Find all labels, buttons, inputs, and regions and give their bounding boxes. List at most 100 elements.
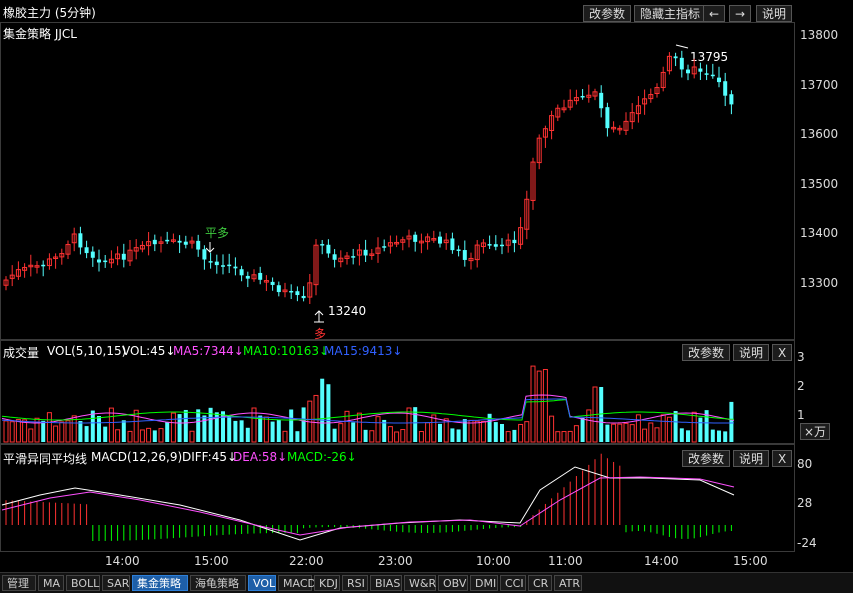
candle — [121, 253, 126, 260]
volume-bar — [387, 426, 393, 443]
volume-bar — [549, 415, 555, 443]
volume-bar — [202, 415, 207, 442]
volume-bar — [512, 429, 517, 442]
volume-bar — [717, 430, 721, 442]
volume-bar — [127, 430, 133, 443]
volume-bar — [320, 378, 325, 442]
candle — [710, 74, 715, 77]
tab-cci[interactable]: CCI — [500, 575, 526, 591]
candle — [698, 68, 703, 72]
volume-bar — [505, 431, 511, 443]
candle — [245, 275, 250, 279]
volume-bar — [59, 421, 65, 443]
kline-chart[interactable] — [0, 0, 853, 592]
tab-jjcl[interactable]: 集金策略 — [132, 575, 188, 591]
candle — [450, 238, 455, 251]
volume-bar — [666, 416, 672, 443]
volume-bar — [332, 428, 337, 442]
volume-bar — [580, 417, 585, 442]
candle — [214, 261, 219, 266]
volume-bar — [375, 416, 381, 443]
volume-bar — [500, 424, 504, 442]
tab-boll[interactable]: BOLL — [66, 575, 100, 591]
volume-bar — [338, 423, 344, 443]
tab-kdj[interactable]: KDJ — [314, 575, 340, 591]
tab-vol[interactable]: VOL — [248, 575, 276, 591]
tab-manage[interactable]: 管理 — [2, 575, 36, 591]
volume-bar — [723, 431, 728, 442]
candle — [90, 251, 95, 258]
tab-ma[interactable]: MA — [38, 575, 64, 591]
tab-atr[interactable]: ATR — [554, 575, 582, 591]
candle — [679, 57, 684, 70]
tab-bias[interactable]: BIAS — [370, 575, 402, 591]
tab-obv[interactable]: OBV — [438, 575, 468, 591]
volume-bar — [561, 431, 567, 443]
candle — [276, 285, 281, 293]
candle — [289, 290, 294, 293]
volume-bar — [518, 423, 524, 443]
volume-bar — [542, 369, 548, 443]
volume-bar — [183, 409, 188, 442]
volume-bar — [629, 424, 635, 443]
candle — [351, 256, 356, 258]
candle — [717, 77, 721, 83]
volume-bar — [121, 420, 126, 442]
volume-bar — [15, 419, 21, 443]
candle — [729, 94, 734, 105]
volume-bar — [356, 412, 362, 443]
volume-bar — [258, 415, 263, 442]
candle — [221, 265, 225, 267]
volume-bar — [673, 410, 678, 442]
volume-bar — [450, 428, 455, 442]
volume-bar — [400, 429, 406, 443]
tab-dmi[interactable]: DMI — [470, 575, 498, 591]
volume-bar — [605, 424, 610, 442]
signal-up-arrow-icon — [314, 310, 324, 323]
candle — [599, 92, 604, 109]
volume-bar — [698, 417, 703, 442]
volume-bar — [208, 407, 213, 442]
volume-bar — [493, 422, 498, 442]
tab-cr[interactable]: CR — [528, 575, 552, 591]
candle — [704, 73, 709, 75]
candle — [462, 250, 467, 260]
tab-sar[interactable]: SAR — [102, 575, 130, 591]
volume-bar — [326, 384, 331, 442]
volume-bar — [9, 421, 15, 443]
signal-down-arrow-icon — [205, 242, 215, 253]
tab-macd[interactable]: MACD — [278, 575, 316, 591]
volume-bar — [139, 429, 145, 443]
volume-bar — [686, 430, 690, 442]
volume-bar — [152, 430, 157, 442]
volume-bar — [196, 409, 201, 442]
volume-bar — [263, 416, 269, 443]
candle — [512, 239, 517, 244]
high-marker — [675, 44, 689, 49]
volume-bar — [276, 419, 281, 442]
candle — [493, 244, 498, 247]
candle — [227, 264, 232, 267]
candle — [233, 266, 238, 269]
volume-bar — [623, 422, 629, 443]
volume-bar — [146, 427, 152, 443]
volume-bar — [214, 412, 219, 442]
volume-bar — [530, 365, 536, 443]
volume-bar — [691, 411, 697, 443]
candle — [686, 69, 690, 74]
candle — [196, 240, 201, 250]
candle — [41, 264, 46, 267]
tab-rsi[interactable]: RSI — [342, 575, 368, 591]
volume-bar — [177, 414, 182, 442]
candle — [605, 107, 610, 129]
volume-bar — [729, 401, 734, 442]
volume-bar — [90, 410, 95, 442]
candle — [456, 249, 461, 251]
volume-bar — [65, 420, 71, 443]
volume-bar — [282, 430, 288, 443]
tab-wr[interactable]: W&R — [404, 575, 436, 591]
tab-turtle[interactable]: 海龟策略 — [190, 575, 246, 591]
volume-bar — [438, 423, 442, 442]
volume-bar — [46, 412, 52, 443]
volume-bar — [456, 429, 461, 442]
